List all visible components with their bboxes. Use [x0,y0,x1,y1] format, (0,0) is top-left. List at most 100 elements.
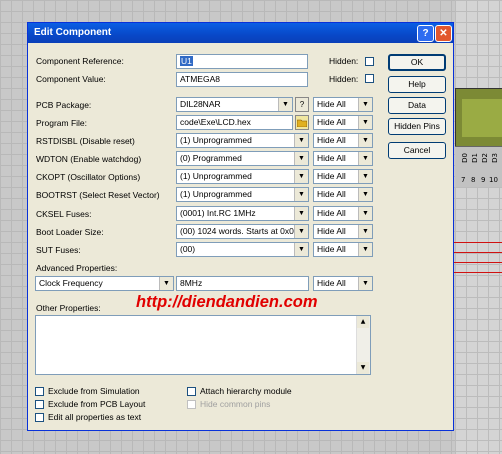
wdton-select[interactable]: (0) Programmed ▼ [176,151,309,166]
visibility-value: Hide All [317,135,346,145]
wdton-visibility-select[interactable]: Hide All ▼ [313,151,373,166]
close-button[interactable]: ✕ [435,25,452,42]
exclude-simulation-checkbox[interactable] [35,387,44,396]
chevron-down-icon: ▼ [294,243,308,256]
edit-component-dialog: Edit Component ? ✕ OK Help Data Hidden P… [27,22,454,431]
chevron-down-icon: ▼ [294,152,308,165]
data-button[interactable]: Data [388,97,446,114]
bootrst-value: (1) Unprogrammed [180,189,252,199]
visibility-value: Hide All [317,226,346,236]
visibility-value: Hide All [317,117,346,127]
ckopt-label: CKOPT (Oscillator Options) [36,172,141,182]
bootrst-label: BOOTRST (Select Reset Vector) [36,190,160,200]
cksel-value: (0001) Int.RC 1MHz [180,208,256,218]
chevron-down-icon: ▼ [358,207,372,220]
cksel-visibility-select[interactable]: Hide All ▼ [313,206,373,221]
chevron-down-icon: ▼ [358,277,372,290]
bootrst-select[interactable]: (1) Unprogrammed ▼ [176,187,309,202]
bootrst-visibility-select[interactable]: Hide All ▼ [313,187,373,202]
hidden-label: Hidden: [329,74,359,84]
ckopt-visibility-select[interactable]: Hide All ▼ [313,169,373,184]
pcb-package-browse-button[interactable]: ? [295,97,309,112]
visibility-value: Hide All [317,99,346,109]
program-file-input[interactable]: code\Exe\LCD.hex [176,115,293,130]
pcb-package-select[interactable]: DIL28NAR ▼ [176,97,293,112]
sut-fuses-select[interactable]: (00) ▼ [176,242,309,257]
exclude-simulation-label: Exclude from Simulation [48,386,140,396]
reference-hidden-checkbox[interactable] [365,57,374,66]
hidden-pins-button[interactable]: Hidden Pins [388,118,446,135]
chevron-down-icon: ▼ [358,243,372,256]
component-reference-label: Component Reference: [36,56,124,66]
visibility-value: Hide All [317,171,346,181]
value-hidden-checkbox[interactable] [365,74,374,83]
hide-common-pins-label: Hide common pins [200,399,271,409]
wdton-label: WDTON (Enable watchdog) [36,154,142,164]
exclude-pcb-checkbox[interactable] [35,400,44,409]
chevron-down-icon: ▼ [358,98,372,111]
rstdisbl-select[interactable]: (1) Unprogrammed ▼ [176,133,309,148]
other-properties-label: Other Properties: [36,303,101,313]
pcb-package-visibility-select[interactable]: Hide All ▼ [313,97,373,112]
advanced-property-select[interactable]: Clock Frequency ▼ [35,276,174,291]
component-value-input[interactable]: ATMEGA8 [176,72,308,87]
advanced-visibility-select[interactable]: Hide All ▼ [313,276,373,291]
lcd-pin-label: D3 [491,153,499,163]
program-file-visibility-select[interactable]: Hide All ▼ [313,115,373,130]
visibility-value: Hide All [317,278,346,288]
chevron-down-icon: ▼ [358,170,372,183]
chevron-down-icon: ▼ [294,207,308,220]
advanced-value-input[interactable]: 8MHz [176,276,309,291]
component-reference-input[interactable]: U1 [176,54,308,69]
wire [452,252,502,253]
ckopt-select[interactable]: (1) Unprogrammed ▼ [176,169,309,184]
wire [452,262,502,263]
chevron-down-icon: ▼ [294,134,308,147]
attach-hierarchy-label: Attach hierarchy module [200,386,292,396]
rstdisbl-visibility-select[interactable]: Hide All ▼ [313,133,373,148]
lcd-screen [462,99,502,137]
chevron-down-icon: ▼ [358,188,372,201]
component-reference-value: U1 [180,56,193,66]
folder-icon[interactable] [295,115,309,130]
chevron-down-icon: ▼ [358,116,372,129]
vertical-scrollbar[interactable]: ▲ ▼ [356,316,370,374]
wire [452,242,502,243]
cancel-button[interactable]: Cancel [388,142,446,159]
lcd-pin-number: 8 [471,176,476,184]
visibility-value: Hide All [317,208,346,218]
program-file-label: Program File: [36,118,88,128]
dialog-title: Edit Component [34,27,112,38]
ok-button[interactable]: OK [388,54,446,71]
scroll-up-icon[interactable]: ▲ [357,316,369,328]
visibility-value: Hide All [317,153,346,163]
cksel-select[interactable]: (0001) Int.RC 1MHz ▼ [176,206,309,221]
chevron-down-icon: ▼ [159,277,173,290]
edit-all-text-checkbox[interactable] [35,413,44,422]
hide-common-pins-checkbox [187,400,196,409]
chevron-down-icon: ▼ [358,152,372,165]
edit-all-text-label: Edit all properties as text [48,412,142,422]
component-value-label: Component Value: [36,74,106,84]
help-title-button[interactable]: ? [417,25,434,42]
help-button[interactable]: Help [388,76,446,93]
lcd-pin-number: 9 [481,176,486,184]
advanced-property-value: Clock Frequency [39,278,103,288]
lcd-pin-label: D0 [461,153,469,163]
boot-loader-visibility-select[interactable]: Hide All ▼ [313,224,373,239]
chevron-down-icon: ▼ [294,188,308,201]
sut-fuses-visibility-select[interactable]: Hide All ▼ [313,242,373,257]
sut-fuses-label: SUT Fuses: [36,245,81,255]
scroll-down-icon[interactable]: ▼ [357,362,369,374]
pcb-package-label: PCB Package: [36,100,92,110]
lcd-pin-label: D2 [481,153,489,163]
boot-loader-size-label: Boot Loader Size: [36,227,104,237]
title-bar[interactable]: Edit Component ? ✕ [28,23,453,43]
rstdisbl-label: RSTDISBL (Disable reset) [36,136,135,146]
cksel-label: CKSEL Fuses: [36,209,92,219]
other-properties-textarea[interactable]: ▲ ▼ [35,315,371,375]
attach-hierarchy-checkbox[interactable] [187,387,196,396]
chevron-down-icon: ▼ [358,134,372,147]
boot-loader-size-select[interactable]: (00) 1024 words. Starts at 0x0C0 ▼ [176,224,309,239]
schematic-canvas [455,0,502,454]
